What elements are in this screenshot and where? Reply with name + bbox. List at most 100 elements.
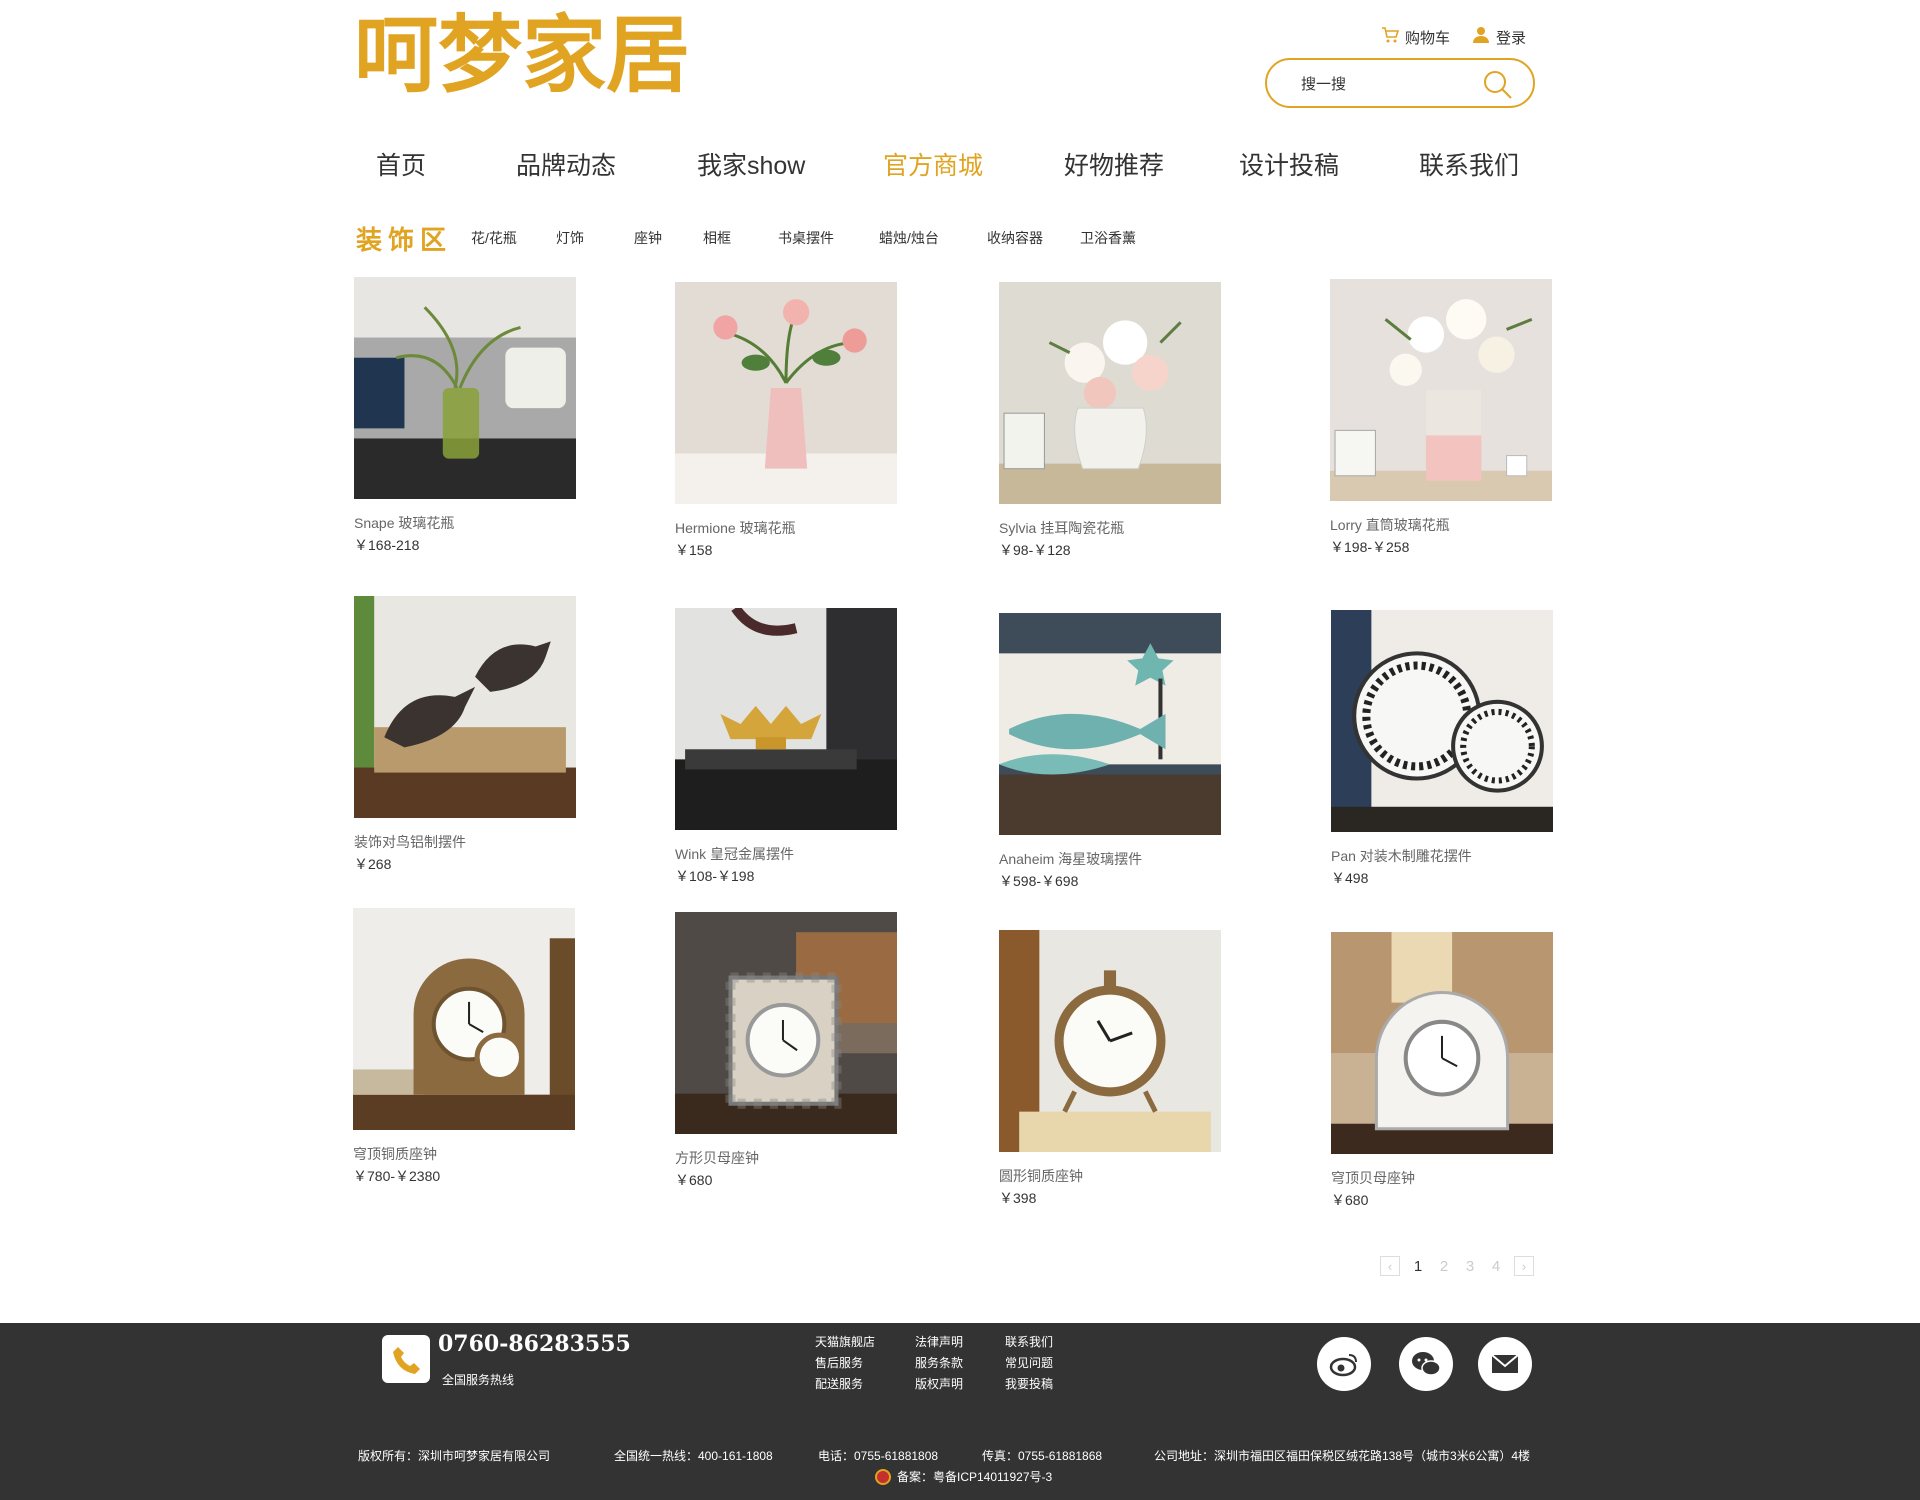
- product-card[interactable]: Pan 对装木制雕花摆件 ￥498: [1331, 610, 1553, 888]
- category-item-frames[interactable]: 相框: [703, 228, 731, 248]
- product-price: ￥680: [675, 1172, 713, 1188]
- footer: 0760-86283555 全国服务热线 天猫旗舰店 法律声明 联系我们 售后服…: [0, 1323, 1920, 1500]
- wechat-icon[interactable]: [1399, 1337, 1453, 1391]
- nav-item-home[interactable]: 首页: [376, 146, 426, 182]
- copyright-text: 版权所有：深圳市呵梦家居有限公司: [358, 1449, 551, 1463]
- weibo-icon[interactable]: [1317, 1337, 1371, 1391]
- product-name[interactable]: 穹顶贝母座钟: [1331, 1168, 1553, 1188]
- product-image[interactable]: [1331, 610, 1553, 832]
- brand-logo[interactable]: 呵梦家居: [354, 0, 734, 106]
- page-3[interactable]: 3: [1462, 1258, 1478, 1275]
- footer-link-submit[interactable]: 我要投稿: [1005, 1375, 1095, 1392]
- category-item-desk-decor[interactable]: 书桌摆件: [778, 228, 834, 248]
- product-price: ￥498: [1331, 870, 1369, 886]
- product-price: ￥680: [1331, 1192, 1369, 1208]
- product-card[interactable]: Anaheim 海星玻璃摆件 ￥598-￥698: [999, 613, 1221, 891]
- product-price: ￥398: [999, 1190, 1037, 1206]
- product-card[interactable]: Lorry 直筒玻璃花瓶 ￥198-￥258: [1330, 279, 1552, 557]
- category-item-candles[interactable]: 蜡烛/烛台: [879, 228, 939, 248]
- product-name[interactable]: 穹顶铜质座钟: [353, 1144, 575, 1164]
- product-name[interactable]: Anaheim 海星玻璃摆件: [999, 849, 1221, 869]
- pagination: ‹ 1 2 3 4 ›: [1380, 1256, 1534, 1276]
- footer-link-faq[interactable]: 常见问题: [1005, 1354, 1095, 1371]
- product-card[interactable]: 穹顶贝母座钟 ￥680: [1331, 932, 1553, 1210]
- product-card[interactable]: 方形贝母座钟 ￥680: [675, 912, 897, 1190]
- product-price: ￥780-￥2380: [353, 1168, 441, 1184]
- product-card[interactable]: Hermione 玻璃花瓶 ￥158: [675, 282, 897, 560]
- product-name[interactable]: Lorry 直筒玻璃花瓶: [1330, 515, 1552, 535]
- product-name[interactable]: Hermione 玻璃花瓶: [675, 518, 897, 538]
- nav-item-brand-news[interactable]: 品牌动态: [516, 146, 616, 182]
- page-2[interactable]: 2: [1436, 1258, 1452, 1275]
- product-name[interactable]: Snape 玻璃花瓶: [354, 513, 576, 533]
- footer-link-contact[interactable]: 联系我们: [1005, 1333, 1095, 1350]
- product-image[interactable]: [999, 613, 1221, 835]
- category-item-clocks[interactable]: 座钟: [634, 228, 662, 248]
- product-name[interactable]: Wink 皇冠金属摆件: [675, 844, 897, 864]
- page-1[interactable]: 1: [1410, 1258, 1426, 1275]
- product-card[interactable]: 穹顶铜质座钟 ￥780-￥2380: [353, 908, 575, 1186]
- category-item-storage[interactable]: 收纳容器: [987, 228, 1043, 248]
- search-input[interactable]: [1301, 72, 1481, 96]
- product-image[interactable]: [999, 930, 1221, 1152]
- mail-icon[interactable]: [1478, 1337, 1532, 1391]
- login-link[interactable]: 登录: [1472, 26, 1526, 48]
- cart-link[interactable]: 购物车: [1381, 26, 1450, 48]
- footer-link-delivery[interactable]: 配送服务: [815, 1375, 915, 1392]
- product-card[interactable]: Wink 皇冠金属摆件 ￥108-￥198: [675, 608, 897, 886]
- hotline-label: 全国服务热线: [442, 1373, 515, 1387]
- footer-links: 天猫旗舰店 法律声明 联系我们 售后服务 服务条款 常见问题 配送服务 版权声明…: [815, 1333, 1095, 1392]
- product-price: ￥198-￥258: [1330, 539, 1410, 555]
- product-name[interactable]: 方形贝母座钟: [675, 1148, 897, 1168]
- icp-text[interactable]: 备案：粤备ICP14011927号-3: [897, 1468, 1052, 1485]
- product-card[interactable]: 装饰对鸟铝制摆件 ￥268: [354, 596, 576, 874]
- product-card[interactable]: Sylvia 挂耳陶瓷花瓶 ￥98-￥128: [999, 282, 1221, 560]
- cart-label: 购物车: [1404, 29, 1450, 47]
- main-nav: 首页 品牌动态 我家show 官方商城 好物推荐 设计投稿 联系我们: [354, 146, 1534, 190]
- nav-item-design-submission[interactable]: 设计投稿: [1239, 146, 1339, 182]
- product-image[interactable]: [1330, 279, 1552, 501]
- fax-text: 传真：0755-61881868: [982, 1449, 1103, 1463]
- product-card[interactable]: Snape 玻璃花瓶 ￥168-218: [354, 277, 576, 555]
- nav-item-recommended[interactable]: 好物推荐: [1064, 146, 1164, 182]
- product-image[interactable]: [353, 908, 575, 1130]
- nav-item-home-show[interactable]: 我家show: [697, 146, 805, 182]
- category-item-bath-aroma[interactable]: 卫浴香薰: [1080, 228, 1136, 248]
- product-image[interactable]: [675, 282, 897, 504]
- product-name[interactable]: 装饰对鸟铝制摆件: [354, 832, 576, 852]
- product-image[interactable]: [675, 608, 897, 830]
- category-item-lighting[interactable]: 灯饰: [556, 228, 584, 248]
- address-text: 公司地址：深圳市福田区福田保税区绒花路138号（城市3米6公寓）4楼: [1154, 1449, 1531, 1463]
- tel-text: 电话：0755-61881808: [818, 1449, 939, 1463]
- search-icon[interactable]: [1481, 68, 1513, 100]
- top-links: 购物车 登录: [1381, 26, 1526, 48]
- login-label: 登录: [1495, 29, 1526, 47]
- logo-text: 呵梦家居: [354, 5, 690, 104]
- footer-link-after-sales[interactable]: 售后服务: [815, 1354, 915, 1371]
- national-hotline-text: 全国统一热线：400-161-1808: [614, 1449, 773, 1463]
- product-name[interactable]: Pan 对装木制雕花摆件: [1331, 846, 1553, 866]
- next-page-button[interactable]: ›: [1514, 1256, 1534, 1276]
- footer-link-tmall[interactable]: 天猫旗舰店: [815, 1333, 915, 1350]
- nav-item-contact[interactable]: 联系我们: [1419, 146, 1519, 182]
- product-image[interactable]: [354, 277, 576, 499]
- nav-item-official-store[interactable]: 官方商城: [883, 146, 983, 182]
- footer-link-terms[interactable]: 服务条款: [915, 1354, 1005, 1371]
- product-image[interactable]: [675, 912, 897, 1134]
- category-item-flowers[interactable]: 花/花瓶: [471, 228, 517, 248]
- hotline-number: 0760-86283555: [438, 1331, 631, 1357]
- product-price: ￥98-￥128: [999, 542, 1071, 558]
- product-name[interactable]: 圆形铜质座钟: [999, 1166, 1221, 1186]
- page-4[interactable]: 4: [1488, 1258, 1504, 1275]
- product-image[interactable]: [354, 596, 576, 818]
- product-card[interactable]: 圆形铜质座钟 ￥398: [999, 930, 1221, 1208]
- product-price: ￥108-￥198: [675, 868, 755, 884]
- footer-link-copyright[interactable]: 版权声明: [915, 1375, 1005, 1392]
- prev-page-button[interactable]: ‹: [1380, 1256, 1400, 1276]
- category-title: 装饰区: [356, 226, 453, 256]
- product-image[interactable]: [999, 282, 1221, 504]
- footer-link-legal[interactable]: 法律声明: [915, 1333, 1005, 1350]
- product-name[interactable]: Sylvia 挂耳陶瓷花瓶: [999, 518, 1221, 538]
- product-image[interactable]: [1331, 932, 1553, 1154]
- search-box: [1265, 58, 1535, 108]
